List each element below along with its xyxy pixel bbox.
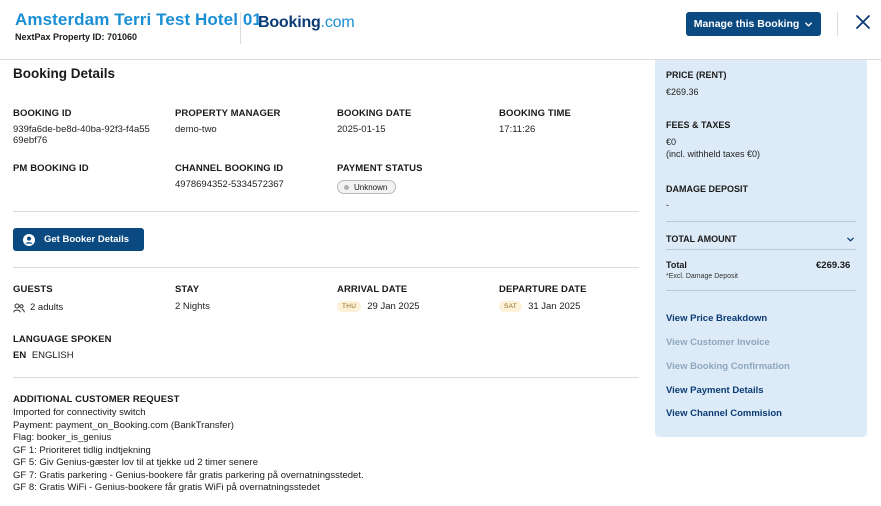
get-booker-details-label: Get Booker Details bbox=[44, 234, 129, 245]
view-payment-details-link[interactable]: View Payment Details bbox=[666, 385, 764, 396]
header-divider-right bbox=[837, 12, 838, 36]
departure-date-label: DEPARTURE DATE bbox=[499, 284, 587, 295]
chevron-down-icon bbox=[805, 21, 813, 27]
arrival-date-label: ARRIVAL DATE bbox=[337, 284, 408, 295]
request-line: Flag: booker_is_genius bbox=[13, 432, 112, 443]
divider bbox=[13, 377, 639, 378]
property-id: NextPax Property ID: 701060 bbox=[15, 32, 138, 42]
departure-date-row: SAT 31 Jan 2025 bbox=[499, 301, 580, 312]
view-booking-confirmation-link[interactable]: View Booking Confirmation bbox=[666, 361, 790, 372]
damage-deposit-label: DAMAGE DEPOSIT bbox=[666, 184, 749, 194]
view-channel-commission-link[interactable]: View Channel Commision bbox=[666, 408, 782, 419]
customer-request-text: Imported for connectivity switch Payment… bbox=[13, 407, 364, 495]
view-customer-invoice-link[interactable]: View Customer Invoice bbox=[666, 337, 770, 348]
total-value: €269.36 bbox=[816, 260, 851, 271]
channel-logo-main: Booking bbox=[258, 14, 321, 31]
total-note: *Excl. Damage Deposit bbox=[666, 273, 738, 280]
channel-booking-id-label: CHANNEL BOOKING ID bbox=[175, 163, 284, 174]
hotel-name: Amsterdam Terri Test Hotel 01 bbox=[15, 10, 262, 29]
stay-value: 2 Nights bbox=[175, 301, 210, 312]
top-bar: Amsterdam Terri Test Hotel 01 NextPax Pr… bbox=[0, 0, 881, 60]
arrival-day-badge: THU bbox=[337, 301, 362, 312]
payment-status-badge: Unknown bbox=[337, 180, 397, 194]
departure-day-badge: SAT bbox=[499, 301, 523, 312]
payment-status-value: Unknown bbox=[354, 182, 388, 192]
channel-booking-id-value: 4978694352-5334572367 bbox=[175, 179, 284, 190]
fees-value: €0 bbox=[666, 137, 677, 147]
request-line: GF 8: Gratis WiFi - Genius-bookere får g… bbox=[13, 482, 320, 493]
payment-status-label: PAYMENT STATUS bbox=[337, 163, 423, 174]
booking-details-panel: Booking Details BOOKING ID 939fa6de-be8d… bbox=[0, 60, 650, 506]
booking-time-value: 17:11:26 bbox=[499, 124, 536, 135]
total-label: Total bbox=[666, 260, 687, 270]
chevron-down-icon[interactable] bbox=[846, 235, 855, 244]
manage-booking-label: Manage this Booking bbox=[693, 18, 800, 30]
request-line: GF 1: Prioriteret tidlig indtjekning bbox=[13, 444, 151, 456]
header-divider bbox=[240, 12, 241, 44]
language-value-row: EN ENGLISH bbox=[13, 350, 74, 361]
stay-label: STAY bbox=[175, 284, 200, 295]
request-line: GF 7: Gratis parkering - Genius-bookere … bbox=[13, 469, 364, 481]
booking-date-label: BOOKING DATE bbox=[337, 108, 412, 119]
manage-booking-button[interactable]: Manage this Booking bbox=[686, 12, 821, 36]
price-summary-panel: PRICE (RENT) €269.36 FEES & TAXES €0 (in… bbox=[655, 60, 867, 437]
language-code: EN bbox=[13, 350, 27, 361]
booking-date-value: 2025-01-15 bbox=[337, 124, 386, 135]
users-icon bbox=[13, 303, 25, 312]
divider bbox=[13, 267, 639, 268]
view-price-breakdown-link[interactable]: View Price Breakdown bbox=[666, 313, 767, 324]
close-icon[interactable] bbox=[854, 13, 872, 31]
guests-value: 2 adults bbox=[30, 302, 64, 313]
channel-logo: Booking.com bbox=[258, 14, 355, 32]
channel-logo-suffix: .com bbox=[320, 14, 355, 31]
departure-date-value: 31 Jan 2025 bbox=[528, 301, 581, 312]
price-value: €269.36 bbox=[666, 87, 699, 97]
arrival-date-value: 29 Jan 2025 bbox=[367, 301, 420, 312]
divider bbox=[666, 221, 856, 222]
booking-id-label: BOOKING ID bbox=[13, 108, 72, 119]
pm-booking-id-label: PM BOOKING ID bbox=[13, 163, 89, 174]
divider bbox=[13, 211, 639, 212]
get-booker-details-button[interactable]: Get Booker Details bbox=[13, 228, 144, 251]
request-line: GF 5: Giv Genius-gæster lov til at tjekk… bbox=[13, 457, 258, 468]
status-dot-icon bbox=[344, 184, 349, 190]
customer-request-label: ADDITIONAL CUSTOMER REQUEST bbox=[13, 394, 180, 405]
guests-value-row: 2 adults bbox=[13, 302, 63, 313]
total-amount-toggle[interactable]: TOTAL AMOUNT bbox=[666, 234, 737, 244]
property-manager-label: PROPERTY MANAGER bbox=[175, 108, 281, 119]
divider bbox=[666, 249, 856, 250]
language-label: LANGUAGE SPOKEN bbox=[13, 334, 112, 345]
booking-id-value: 939fa6de-be8d-40ba-92f3-f4a5569ebf76 bbox=[13, 124, 150, 146]
guests-label: GUESTS bbox=[13, 284, 53, 295]
divider bbox=[666, 290, 856, 291]
request-line: Payment: payment_on_Booking.com (BankTra… bbox=[13, 419, 234, 431]
damage-deposit-value: - bbox=[666, 200, 669, 210]
property-manager-value: demo-two bbox=[175, 124, 217, 135]
booking-time-label: BOOKING TIME bbox=[499, 108, 571, 119]
request-line: Imported for connectivity switch bbox=[13, 407, 146, 418]
user-circle-icon bbox=[23, 233, 35, 246]
language-value: ENGLISH bbox=[31, 350, 74, 361]
fees-note: (incl. withheld taxes €0) bbox=[666, 149, 761, 159]
arrival-date-row: THU 29 Jan 2025 bbox=[337, 301, 420, 312]
fees-label: FEES & TAXES bbox=[666, 120, 731, 130]
price-label: PRICE (RENT) bbox=[666, 70, 727, 80]
page-title: Booking Details bbox=[13, 66, 116, 81]
